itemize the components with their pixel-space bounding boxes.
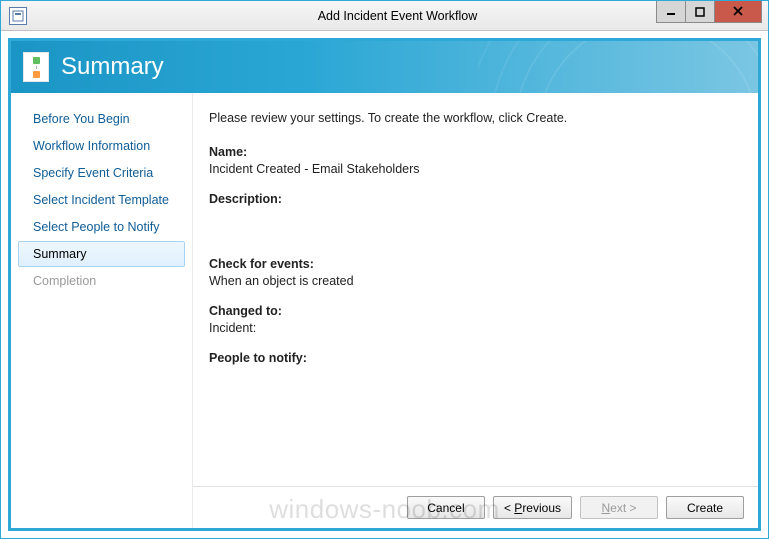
- banner: Summary: [11, 41, 758, 93]
- nav-summary[interactable]: Summary: [18, 241, 185, 267]
- nav-select-incident-template[interactable]: Select Incident Template: [18, 187, 185, 213]
- maximize-button[interactable]: [685, 1, 715, 23]
- previous-button[interactable]: < Previous: [493, 496, 572, 519]
- minimize-button[interactable]: [656, 1, 686, 23]
- window-controls: [657, 1, 762, 23]
- people-to-notify-value: [209, 368, 736, 384]
- summary-content: Please review your settings. To create t…: [193, 93, 758, 486]
- description-label: Description:: [209, 192, 736, 206]
- nav-completion: Completion: [18, 268, 185, 294]
- description-value: [209, 209, 736, 225]
- nav-workflow-information[interactable]: Workflow Information: [18, 133, 185, 159]
- button-bar: Cancel < Previous Next > Create: [193, 486, 758, 528]
- workflow-icon: [23, 52, 49, 82]
- nav-before-you-begin[interactable]: Before You Begin: [18, 106, 185, 132]
- app-icon: [9, 7, 27, 25]
- intro-text: Please review your settings. To create t…: [209, 111, 736, 125]
- nav-select-people-to-notify[interactable]: Select People to Notify: [18, 214, 185, 240]
- wizard-nav: Before You Begin Workflow Information Sp…: [11, 93, 193, 528]
- close-button[interactable]: [714, 1, 762, 23]
- titlebar: Add Incident Event Workflow: [1, 1, 768, 31]
- check-events-label: Check for events:: [209, 257, 736, 271]
- cancel-button[interactable]: Cancel: [407, 496, 485, 519]
- name-label: Name:: [209, 145, 736, 159]
- next-button: Next >: [580, 496, 658, 519]
- people-to-notify-label: People to notify:: [209, 351, 736, 365]
- wizard-frame: Summary Before You Begin Workflow Inform…: [8, 38, 761, 531]
- nav-specify-event-criteria[interactable]: Specify Event Criteria: [18, 160, 185, 186]
- name-value: Incident Created - Email Stakeholders: [209, 162, 736, 178]
- banner-title: Summary: [61, 53, 164, 81]
- changed-to-label: Changed to:: [209, 304, 736, 318]
- create-button[interactable]: Create: [666, 496, 744, 519]
- changed-to-value: Incident:: [209, 321, 736, 337]
- check-events-value: When an object is created: [209, 274, 736, 290]
